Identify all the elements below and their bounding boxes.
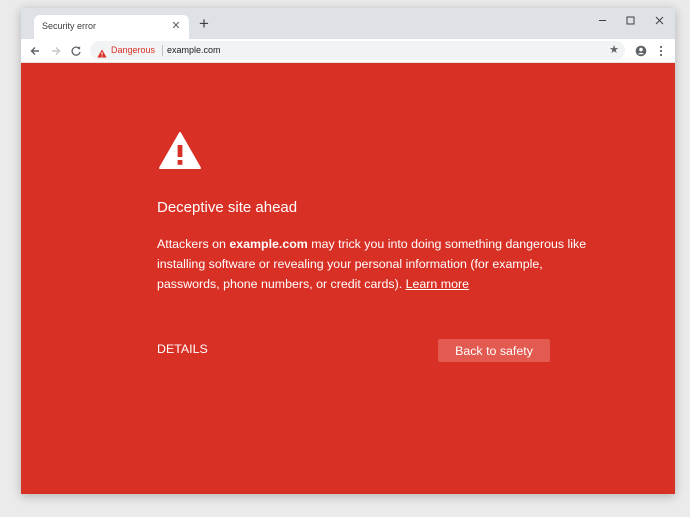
tab-security-error[interactable]: Security error ✕ bbox=[34, 15, 189, 39]
toolbar: Dangerous example.com ★ bbox=[21, 39, 675, 63]
close-icon[interactable] bbox=[650, 12, 668, 28]
url-text[interactable]: example.com bbox=[167, 45, 221, 55]
body-domain: example.com bbox=[229, 237, 308, 251]
back-to-safety-button[interactable]: Back to safety bbox=[438, 339, 550, 362]
profile-icon[interactable] bbox=[632, 42, 649, 59]
dangerous-warning-icon bbox=[97, 45, 107, 63]
menu-kebab-icon[interactable] bbox=[652, 42, 669, 59]
security-status-label[interactable]: Dangerous bbox=[111, 45, 155, 55]
forward-icon[interactable] bbox=[47, 42, 64, 59]
browser-window: Security error ✕ + Dangerous example.com… bbox=[21, 8, 675, 494]
tab-title: Security error bbox=[42, 21, 97, 31]
address-bar[interactable]: Dangerous example.com ★ bbox=[90, 41, 625, 60]
warning-description: Attackers on example.com may trick you i… bbox=[157, 235, 597, 294]
bookmark-star-icon[interactable]: ★ bbox=[609, 44, 619, 57]
page-title: Deceptive site ahead bbox=[157, 199, 298, 216]
minimize-icon[interactable] bbox=[593, 12, 611, 28]
back-icon[interactable] bbox=[26, 42, 43, 59]
details-button[interactable]: DETAILS bbox=[157, 342, 208, 356]
interstitial-page: Deceptive site ahead Attackers on exampl… bbox=[21, 63, 675, 494]
learn-more-link[interactable]: Learn more bbox=[406, 277, 469, 291]
omnibox-divider bbox=[162, 45, 163, 56]
warning-triangle-icon bbox=[158, 131, 202, 176]
new-tab-icon[interactable]: + bbox=[195, 15, 213, 33]
tab-close-icon[interactable]: ✕ bbox=[169, 19, 183, 33]
tab-strip: Security error ✕ + bbox=[21, 8, 675, 39]
body-prefix: Attackers on bbox=[157, 237, 230, 251]
maximize-icon[interactable] bbox=[621, 12, 639, 28]
reload-icon[interactable] bbox=[67, 42, 84, 59]
